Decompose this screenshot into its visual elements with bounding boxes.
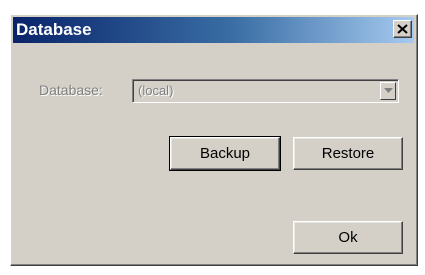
backup-button[interactable]: Backup bbox=[169, 136, 281, 171]
close-icon bbox=[397, 24, 408, 34]
chevron-down-icon bbox=[384, 88, 393, 93]
dialog-title: Database bbox=[16, 20, 92, 39]
title-bar: Database bbox=[13, 17, 414, 43]
restore-button[interactable]: Restore bbox=[293, 137, 403, 170]
database-label: Database: bbox=[39, 82, 103, 98]
database-select-value: (local) bbox=[138, 83, 174, 98]
database-select-arrow[interactable] bbox=[380, 82, 396, 100]
database-dialog: Database Database: (local) Backup Restor… bbox=[10, 14, 418, 266]
close-button[interactable] bbox=[393, 20, 412, 38]
ok-button[interactable]: Ok bbox=[293, 221, 403, 254]
database-select[interactable]: (local) bbox=[132, 79, 399, 103]
